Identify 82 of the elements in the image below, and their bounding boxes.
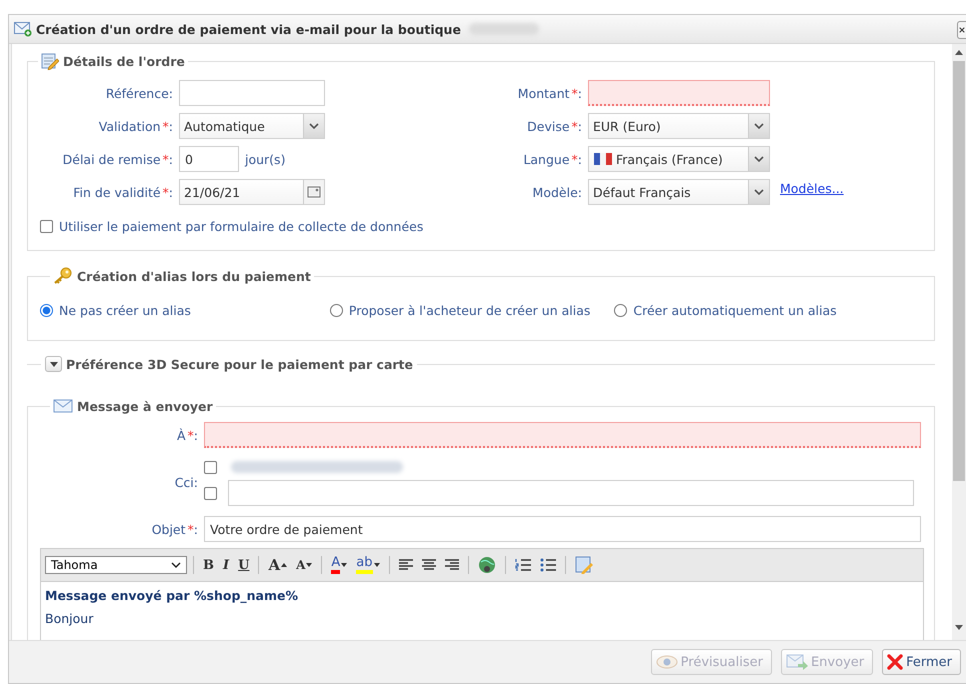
envelope-arrow-icon <box>786 654 808 670</box>
blurred-shop-name <box>468 23 539 35</box>
checkbox[interactable] <box>40 220 53 233</box>
color-button[interactable]: ab <box>353 554 383 576</box>
color-button[interactable]: A <box>328 554 350 576</box>
checkbox[interactable] <box>204 486 217 500</box>
format-button[interactable]: I <box>220 554 232 576</box>
templates-link[interactable]: Modèles... <box>780 181 844 196</box>
field-label: Fin de validité *: <box>73 184 173 200</box>
text-field[interactable] <box>179 80 325 106</box>
section-legend: Préférence 3D Secure pour le paiement par carte <box>66 356 414 372</box>
expand-toggle[interactable] <box>45 356 62 372</box>
radio-label: Ne pas créer un alias <box>59 303 191 318</box>
notepad-pencil-icon <box>574 556 593 574</box>
caret-down-icon <box>374 563 380 567</box>
caret-down-icon <box>341 563 348 567</box>
field-label: Montant *: <box>518 86 582 100</box>
field-label: Devise *: <box>527 118 582 134</box>
chevron-down-icon <box>309 123 319 129</box>
envelope-plus-icon <box>14 21 32 37</box>
subject-field[interactable]: Votre ordre de paiement <box>204 516 921 542</box>
flag-icon <box>594 153 612 165</box>
triangle-down-icon <box>306 563 312 567</box>
section-legend: Message à envoyer <box>77 398 213 414</box>
close-button[interactable] <box>957 21 966 39</box>
format-button[interactable]: U <box>235 554 252 576</box>
field-label: Validation *: <box>98 118 173 134</box>
numbered-list-icon <box>514 558 531 572</box>
key-icon <box>53 267 73 285</box>
field-label: Objet *: <box>152 522 198 536</box>
checkbox[interactable] <box>204 460 217 474</box>
font-size-button[interactable]: A <box>293 554 316 576</box>
checkbox-label: Utiliser le paiement par formulaire de collecte de données <box>59 219 424 234</box>
cci-field[interactable] <box>228 480 914 506</box>
dropdown[interactable]: Français (France) <box>588 146 770 172</box>
number-field[interactable]: 0 <box>179 146 239 172</box>
align-right-icon <box>444 559 459 571</box>
calendar-icon <box>307 185 321 199</box>
bullet-list-icon <box>540 558 556 572</box>
chevron-down-icon <box>754 123 764 129</box>
chevron-down-icon <box>171 562 181 568</box>
envelope-icon <box>53 398 73 414</box>
chevron-down-icon <box>754 189 764 195</box>
notepad-pencil-icon <box>41 52 59 70</box>
date-field[interactable]: 21/06/21 <box>179 179 325 205</box>
align-center-icon <box>422 559 436 571</box>
up-arrow-icon <box>955 50 963 55</box>
radio-button[interactable] <box>614 304 628 317</box>
down-arrow-icon <box>955 625 963 630</box>
radio-label: Créer automatiquement un alias <box>633 303 837 318</box>
font-size-button[interactable]: A <box>265 554 290 576</box>
unit-label: jour(s) <box>245 152 286 166</box>
message-heading: Message envoyé par %shop_name% <box>45 588 300 603</box>
align-left-icon <box>398 559 413 571</box>
close-button[interactable]: Fermer <box>882 649 961 675</box>
close-icon <box>959 26 965 34</box>
radio-button[interactable] <box>40 304 53 317</box>
section-legend: Détails de l'ordre <box>63 54 185 68</box>
radio-label: Proposer à l'acheteur de créer un alias <box>348 303 590 318</box>
radio-button[interactable] <box>330 304 343 317</box>
field-label: Référence: <box>106 86 173 100</box>
field-label: À *: <box>176 428 198 442</box>
message-text: Bonjour <box>45 611 94 626</box>
close-icon <box>887 654 904 670</box>
recipient-field[interactable] <box>204 422 921 448</box>
chevron-down-icon <box>754 156 764 162</box>
format-button[interactable]: B <box>200 554 217 576</box>
section-legend: Création d'alias lors du paiement <box>77 268 311 284</box>
field-label: Modèle: <box>532 184 582 200</box>
eye-icon <box>656 655 678 669</box>
field-label: Cci: <box>174 474 198 490</box>
dropdown[interactable]: Automatique <box>179 113 325 139</box>
window-title: Création d'un ordre de paiement via e-mail pour la boutique <box>36 22 461 36</box>
dropdown[interactable]: Défaut Français <box>588 179 770 205</box>
field-label: Langue *: <box>523 152 582 166</box>
dropdown[interactable]: EUR (Euro) <box>588 113 770 139</box>
caret-down-icon <box>50 362 58 366</box>
text-field[interactable] <box>588 80 770 106</box>
globe-icon <box>478 556 496 574</box>
font-dropdown[interactable]: Tahoma <box>45 556 187 574</box>
field-label: Délai de remise *: <box>62 152 173 166</box>
triangle-up-icon <box>281 563 288 567</box>
